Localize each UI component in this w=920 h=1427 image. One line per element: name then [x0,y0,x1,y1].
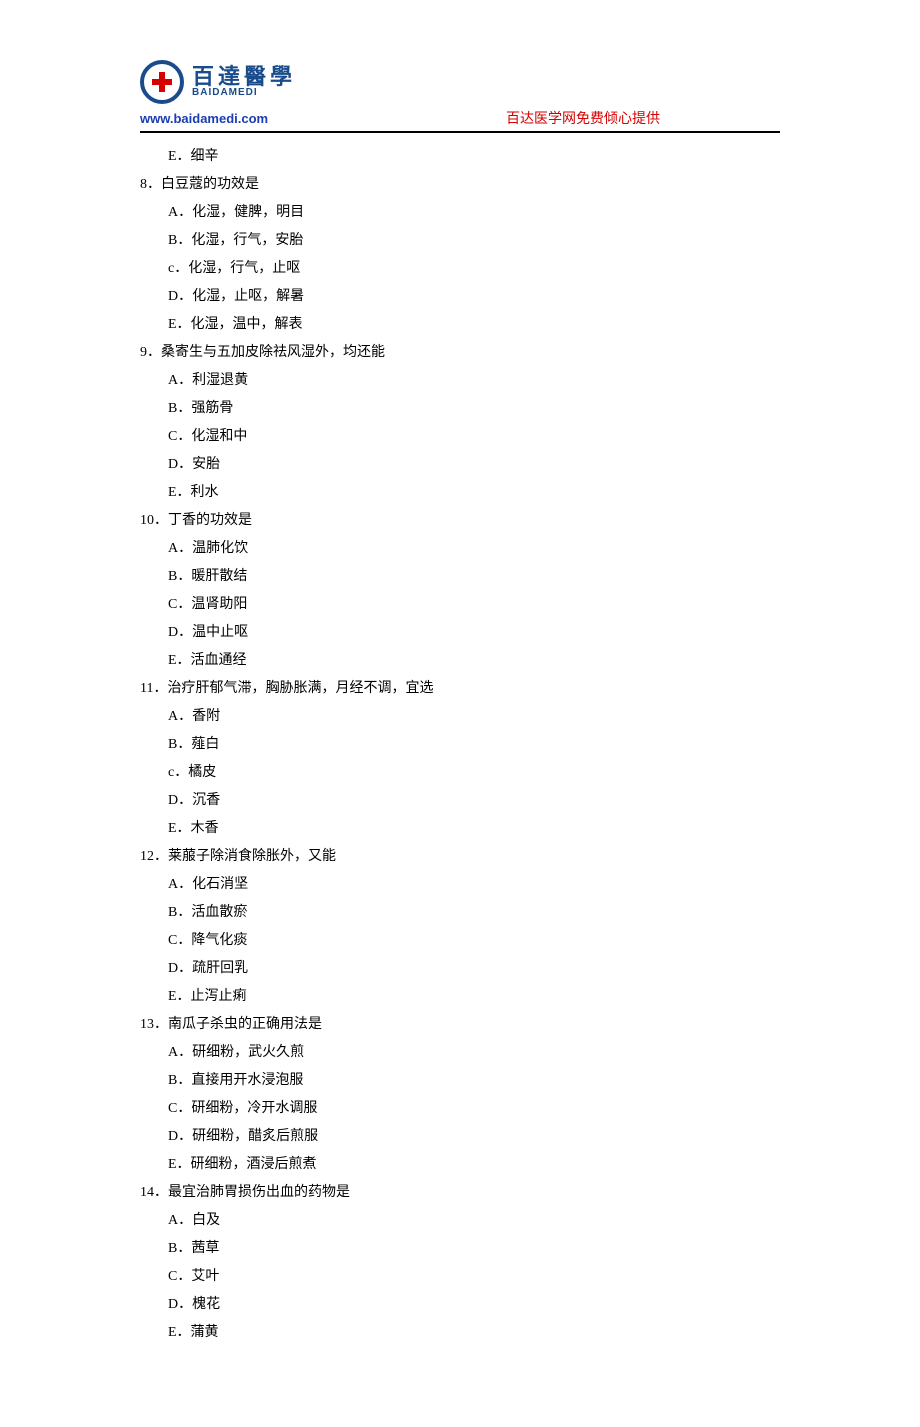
option-text: D．槐花 [140,1291,780,1319]
option-text: E．利水 [140,479,780,507]
option-text: B．暖肝散结 [140,563,780,591]
question-text: 12．莱菔子除消食除胀外，又能 [140,843,780,871]
header-bar: www.baidamedi.com 百达医学网免费倾心提供 [140,108,780,133]
option-text: E．活血通经 [140,647,780,675]
option-text: E．化湿，温中，解表 [140,311,780,339]
option-text: A．温肺化饮 [140,535,780,563]
option-text: B．茜草 [140,1235,780,1263]
page-document: 百達醫學 BAIDAMEDI www.baidamedi.com 百达医学网免费… [0,0,920,1427]
brand-logo-icon [140,60,184,104]
option-text: E．止泻止痢 [140,983,780,1011]
option-text: A．化石消坚 [140,871,780,899]
option-text: D．化湿，止呕，解暑 [140,283,780,311]
question-text: 14．最宜治肺胃损伤出血的药物是 [140,1179,780,1207]
option-text: B．直接用开水浸泡服 [140,1067,780,1095]
site-tagline: 百达医学网免费倾心提供 [506,108,660,128]
option-text: C．温肾助阳 [140,591,780,619]
question-text: 9．桑寄生与五加皮除祛风湿外，均还能 [140,339,780,367]
option-text: C．化湿和中 [140,423,780,451]
header-logo-block: 百達醫學 BAIDAMEDI [140,60,780,104]
cross-icon [150,70,174,94]
question-text: 13．南瓜子杀虫的正确用法是 [140,1011,780,1039]
option-text: D．安胎 [140,451,780,479]
brand-name-en: BAIDAMEDI [192,88,296,98]
question-text: 8．白豆蔻的功效是 [140,171,780,199]
option-text: A．白及 [140,1207,780,1235]
option-text: B．强筋骨 [140,395,780,423]
document-body: E．细辛 8．白豆蔻的功效是 A．化湿，健脾，明目 B．化湿，行气，安胎 c．化… [140,143,780,1347]
question-text: 10．丁香的功效是 [140,507,780,535]
option-text: A．香附 [140,703,780,731]
option-text: C．艾叶 [140,1263,780,1291]
option-text: D．沉香 [140,787,780,815]
option-text: c．橘皮 [140,759,780,787]
option-text: A．利湿退黄 [140,367,780,395]
question-text: 11．治疗肝郁气滞，胸胁胀满，月经不调，宜选 [140,675,780,703]
option-text: B．薤白 [140,731,780,759]
option-text: D．疏肝回乳 [140,955,780,983]
option-text: E．细辛 [140,143,780,171]
option-text: C．降气化痰 [140,927,780,955]
option-text: E．蒲黄 [140,1319,780,1347]
brand-name-zh: 百達醫學 [192,66,296,88]
option-text: E．木香 [140,815,780,843]
site-url: www.baidamedi.com [140,111,268,126]
option-text: c．化湿，行气，止呕 [140,255,780,283]
option-text: B．活血散瘀 [140,899,780,927]
option-text: B．化湿，行气，安胎 [140,227,780,255]
option-text: E．研细粉，酒浸后煎煮 [140,1151,780,1179]
option-text: D．温中止呕 [140,619,780,647]
option-text: C．研细粉，冷开水调服 [140,1095,780,1123]
brand-text-block: 百達醫學 BAIDAMEDI [192,66,296,98]
option-text: D．研细粉，醋炙后煎服 [140,1123,780,1151]
option-text: A．化湿，健脾，明目 [140,199,780,227]
option-text: A．研细粉，武火久煎 [140,1039,780,1067]
